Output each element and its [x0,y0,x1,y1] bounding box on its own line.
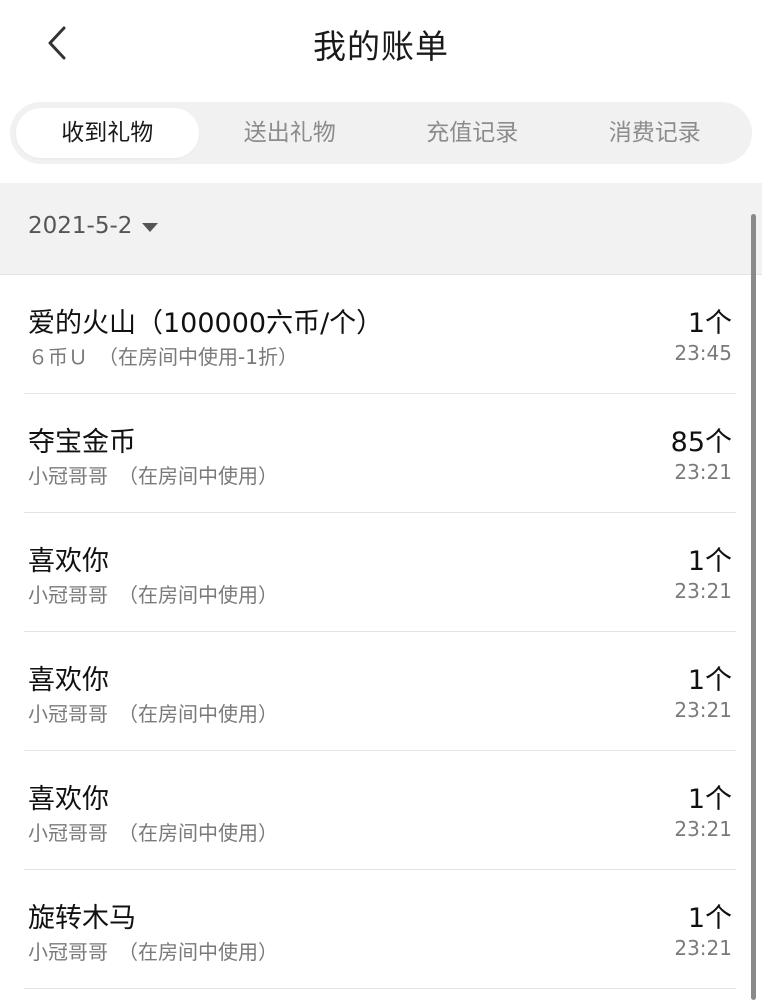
gift-sender: ６币Ｕ （在房间中使用-1折） [28,345,298,369]
list-item[interactable]: 喜欢你 小冠哥哥 （在房间中使用） 1个 23:21 [24,751,736,870]
tab-recharge-records[interactable]: 充值记录 [381,108,564,158]
list-item[interactable]: 旋转木马 小冠哥哥 （在房间中使用） 1个 23:21 [24,870,736,989]
gift-name: 爱的火山（100000六币/个） [28,308,384,339]
gift-quantity: 1个 [687,546,732,577]
gift-quantity: 1个 [687,903,732,934]
tab-sent-gifts[interactable]: 送出礼物 [199,108,382,158]
tab-bar: 收到礼物 送出礼物 充值记录 消费记录 [10,102,752,164]
list-item[interactable]: 爱的火山（100000六币/个） ６币Ｕ （在房间中使用-1折） 1个 23:4… [24,275,736,394]
gift-sender: 小冠哥哥 （在房间中使用） [28,583,278,607]
gift-quantity: 1个 [687,665,732,696]
gift-quantity: 1个 [687,308,732,339]
gift-record-list: 爱的火山（100000六币/个） ６币Ｕ （在房间中使用-1折） 1个 23:4… [0,275,762,989]
gift-sender: 小冠哥哥 （在房间中使用） [28,940,278,964]
date-filter-bar: 2021-5-2 [0,183,762,275]
gift-time: 23:21 [674,936,732,960]
caret-down-icon [142,223,159,232]
page-title: 我的账单 [313,27,449,66]
gift-sender: 小冠哥哥 （在房间中使用） [28,702,278,726]
gift-name: 喜欢你 [28,665,109,696]
gift-name: 旋转木马 [28,903,136,934]
gift-quantity: 1个 [687,784,732,815]
list-item[interactable]: 喜欢你 小冠哥哥 （在房间中使用） 1个 23:21 [24,513,736,632]
scrollbar[interactable] [751,214,756,1000]
gift-quantity: 85个 [670,427,732,458]
gift-time: 23:21 [674,817,732,841]
list-item[interactable]: 夺宝金币 小冠哥哥 （在房间中使用） 85个 23:21 [24,394,736,513]
gift-time: 23:21 [674,698,732,722]
gift-name: 喜欢你 [28,546,109,577]
date-picker[interactable]: 2021-5-2 [28,213,160,239]
gift-sender: 小冠哥哥 （在房间中使用） [28,821,278,845]
list-item[interactable]: 喜欢你 小冠哥哥 （在房间中使用） 1个 23:21 [24,632,736,751]
gift-time: 23:21 [674,460,732,484]
top-bar: 我的账单 [0,0,762,90]
date-value: 2021-5-2 [28,213,133,239]
tab-consumption-records[interactable]: 消费记录 [564,108,747,158]
gift-time: 23:21 [674,579,732,603]
gift-sender: 小冠哥哥 （在房间中使用） [28,464,278,488]
gift-name: 喜欢你 [28,784,109,815]
tab-received-gifts[interactable]: 收到礼物 [16,108,199,158]
gift-name: 夺宝金币 [28,427,136,458]
gift-time: 23:45 [674,341,732,365]
